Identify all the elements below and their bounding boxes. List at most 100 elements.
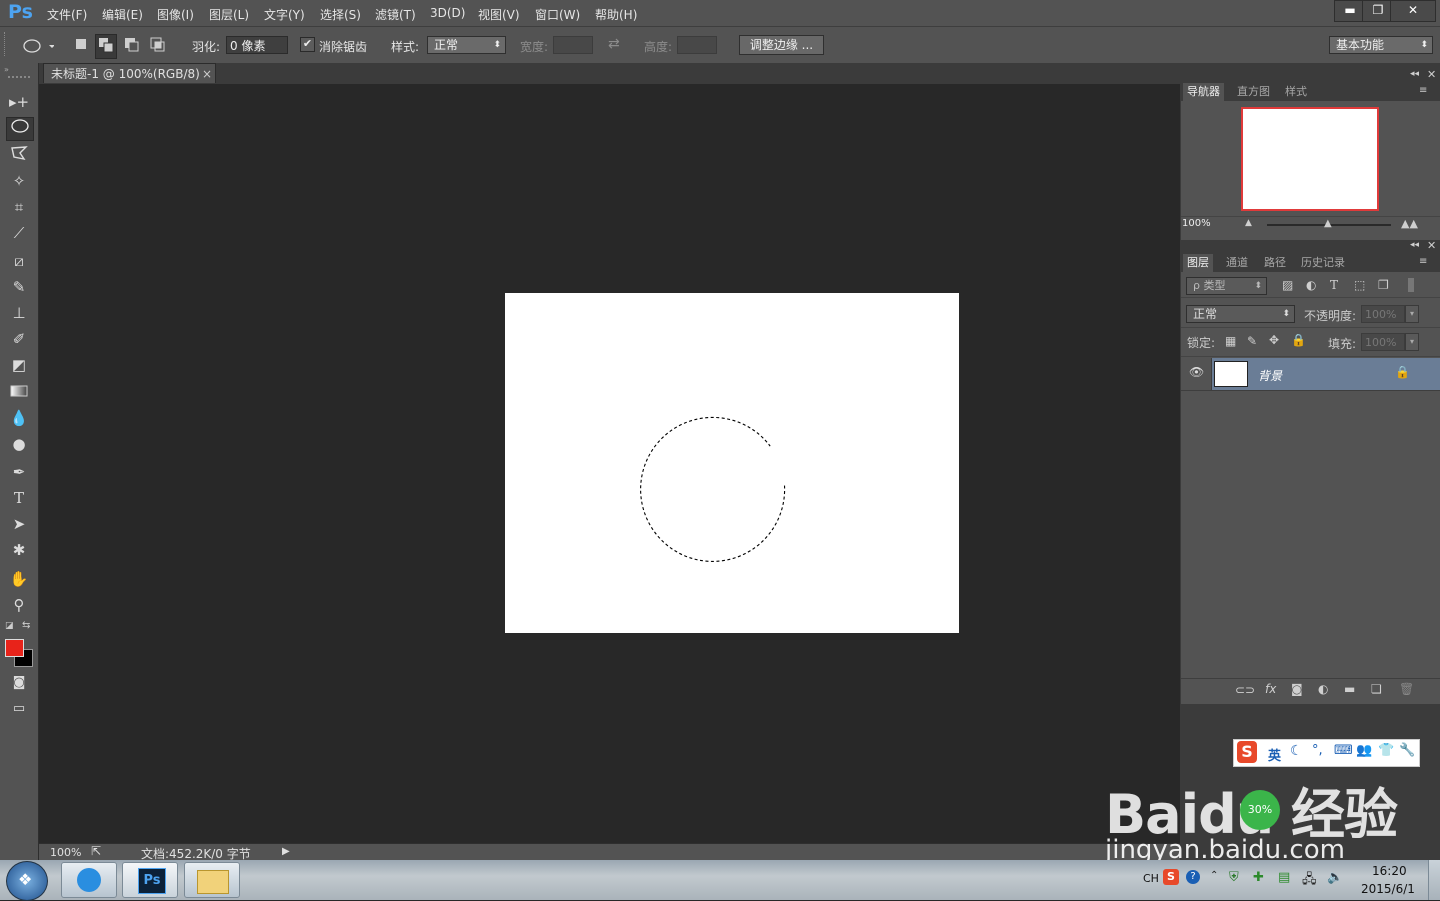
layer-mask-icon[interactable]: ◙ (1291, 682, 1303, 696)
subtract-selection-mode[interactable] (122, 35, 140, 56)
swap-colors-icon[interactable]: ⇆ (22, 620, 30, 631)
height-input[interactable] (677, 36, 717, 54)
ime-mode[interactable]: 英 (1268, 745, 1281, 764)
filter-shape-icon[interactable]: ⬚ (1354, 278, 1365, 292)
refine-edge-button[interactable]: 调整边缘 ... (739, 35, 824, 55)
gradient-tool-icon[interactable] (6, 381, 32, 403)
custom-shape-tool-icon[interactable]: ✱ (6, 539, 32, 561)
tab-layers[interactable]: 图层 (1183, 254, 1213, 272)
path-selection-tool-icon[interactable]: ➤ (6, 513, 32, 535)
tab-channels[interactable]: 通道 (1226, 254, 1248, 272)
moon-icon[interactable]: ☾ (1290, 743, 1303, 759)
polygonal-lasso-tool-icon[interactable] (6, 144, 32, 166)
new-selection-mode[interactable] (72, 35, 90, 56)
elliptical-marquee-tool-icon[interactable] (6, 117, 34, 141)
adjustment-layer-icon[interactable]: ◐ (1318, 682, 1328, 696)
lock-image-icon[interactable]: ✎ (1247, 334, 1257, 348)
brush-tool-icon[interactable]: ✎ (6, 276, 32, 298)
move-tool-icon[interactable]: ▸+ (6, 91, 32, 113)
opacity-input[interactable]: 100% (1361, 305, 1405, 323)
collapse-panel-icon[interactable]: ◂◂ (1410, 69, 1419, 79)
360-tray-icon[interactable]: ✚ (1253, 870, 1264, 885)
security-tray-icon[interactable]: ⛨ (1229, 870, 1239, 885)
filter-smart-object-icon[interactable]: ❐ (1378, 278, 1389, 292)
intersect-selection-mode[interactable] (148, 35, 166, 56)
tab-paths[interactable]: 路径 (1264, 254, 1286, 272)
menu-image[interactable]: 图像(I) (157, 6, 194, 23)
panel-menu-icon[interactable]: ≡ (1419, 85, 1427, 96)
eye-icon[interactable]: 👁 (1189, 365, 1204, 379)
magic-wand-tool-icon[interactable]: ✧ (6, 170, 32, 192)
sogou-tray-icon[interactable]: S (1163, 869, 1179, 885)
menu-layer[interactable]: 图层(L) (209, 6, 249, 23)
menu-view[interactable]: 视图(V) (478, 6, 520, 23)
zoom-tool-icon[interactable]: ⚲ (6, 594, 32, 616)
default-colors-icon[interactable]: ◪ (5, 621, 14, 631)
language-indicator[interactable]: CH (1143, 872, 1159, 885)
fill-slider-button[interactable]: ▾ (1405, 333, 1419, 351)
tab-histogram[interactable]: 直方图 (1237, 83, 1270, 101)
close-window-button[interactable]: ✕ (1390, 0, 1436, 22)
status-zoom[interactable]: 100% (50, 846, 81, 859)
filter-toggle[interactable] (1408, 278, 1414, 292)
feather-input[interactable]: 0 像素 (226, 36, 288, 54)
taskbar-photoshop[interactable]: Ps (122, 862, 178, 898)
fx-icon[interactable]: fx (1265, 682, 1276, 696)
new-layer-icon[interactable]: ❏ (1371, 682, 1382, 696)
crop-tool-icon[interactable]: ⌗ (6, 196, 32, 218)
workspace-select[interactable]: 基本功能 ⬍ (1329, 36, 1433, 54)
fill-input[interactable]: 100% (1361, 333, 1405, 351)
style-select[interactable]: 正常 ⬍ (427, 36, 506, 54)
add-selection-mode[interactable] (95, 34, 117, 59)
close-panel-icon[interactable]: ✕ (1427, 239, 1436, 252)
layer-name[interactable]: 背景 (1258, 367, 1282, 384)
filter-pixel-icon[interactable]: ▨ (1282, 278, 1293, 292)
clock-date[interactable]: 2015/6/1 (1361, 882, 1415, 896)
zoom-in-icon[interactable]: ▲▲ (1401, 217, 1418, 230)
layer-visibility-cell[interactable]: 👁 (1181, 358, 1212, 390)
help-tray-icon[interactable]: ? (1186, 870, 1200, 884)
update-tray-icon[interactable]: ▤ (1278, 870, 1290, 885)
menu-filter[interactable]: 滤镜(T) (375, 6, 416, 23)
menu-type[interactable]: 文字(Y) (264, 6, 305, 23)
new-group-icon[interactable]: ▬ (1344, 682, 1355, 696)
healing-brush-tool-icon[interactable]: ⧄ (6, 250, 32, 272)
menu-select[interactable]: 选择(S) (320, 6, 361, 23)
width-input[interactable] (553, 36, 593, 54)
settings-wrench-icon[interactable]: 🔧 (1399, 743, 1415, 758)
hand-tool-icon[interactable]: ✋ (6, 568, 32, 590)
swap-dimensions-icon[interactable]: ⇄ (608, 36, 620, 52)
link-layers-icon[interactable]: ⊂⊃ (1235, 683, 1255, 697)
taskbar-explorer[interactable] (184, 862, 240, 898)
network-tray-icon[interactable]: 🖧 (1302, 870, 1317, 892)
speed-ball[interactable]: 30% (1240, 790, 1280, 830)
document-tab[interactable]: 未标题-1 @ 100%(RGB/8) × (43, 63, 216, 83)
clone-stamp-tool-icon[interactable]: ⊥ (6, 302, 32, 324)
tool-preset-picker[interactable] (22, 36, 55, 59)
punctuation-icon[interactable]: °, (1312, 743, 1323, 758)
foreground-color-swatch[interactable] (5, 639, 24, 657)
menu-file[interactable]: 文件(F) (47, 6, 87, 23)
layer-row-background[interactable]: 👁 背景 🔒 (1181, 358, 1440, 391)
tray-expand-icon[interactable]: ⌃ (1210, 870, 1218, 881)
panel-menu-icon[interactable]: ≡ (1419, 256, 1427, 267)
user-icon[interactable]: 👥 (1356, 743, 1372, 758)
menu-help[interactable]: 帮助(H) (595, 6, 637, 23)
keyboard-icon[interactable]: ⌨ (1334, 743, 1353, 758)
collapse-toolbar-icon[interactable]: » (4, 65, 9, 74)
eyedropper-tool-icon[interactable]: ⟋ (6, 222, 32, 244)
blend-mode-select[interactable]: 正常 ⬍ (1186, 305, 1295, 323)
tab-history[interactable]: 历史记录 (1301, 254, 1345, 272)
layer-filter-select[interactable]: ρ 类型 ⬍ (1186, 277, 1267, 295)
history-brush-tool-icon[interactable]: ✐ (6, 328, 32, 350)
clock-time[interactable]: 16:20 (1372, 864, 1407, 878)
taskbar-browser[interactable] (61, 862, 117, 898)
menu-3d[interactable]: 3D(D) (430, 6, 465, 20)
dodge-tool-icon[interactable]: ● (6, 433, 32, 455)
zoom-slider-handle[interactable]: ▲ (1324, 218, 1332, 229)
filter-adjustment-icon[interactable]: ◐ (1306, 278, 1316, 292)
menu-window[interactable]: 窗口(W) (535, 6, 580, 23)
menu-edit[interactable]: 编辑(E) (102, 6, 143, 23)
delete-layer-icon[interactable]: 🗑 (1399, 682, 1414, 696)
collapse-panel-icon[interactable]: ◂◂ (1410, 240, 1419, 250)
